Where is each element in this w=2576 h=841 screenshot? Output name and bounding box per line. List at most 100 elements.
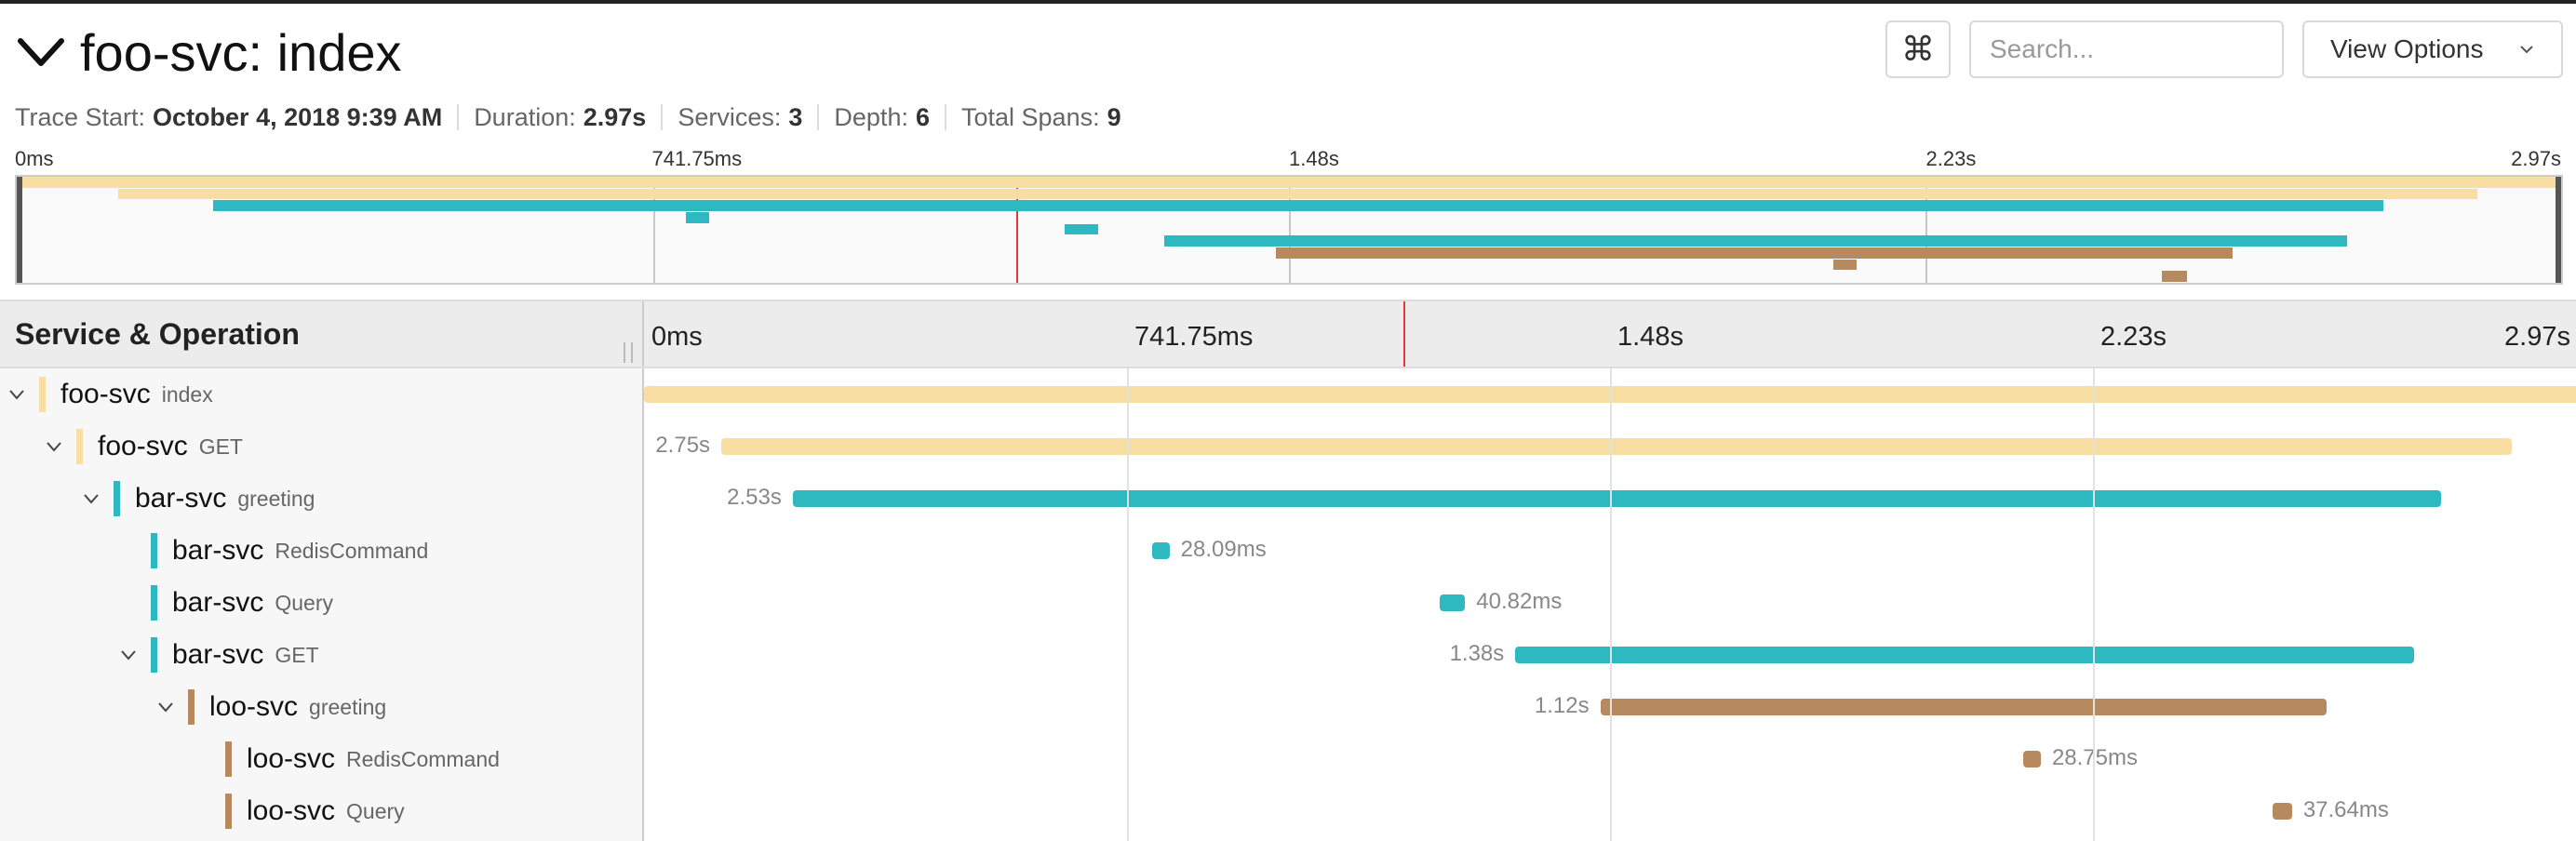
depth-label: Depth:	[834, 102, 908, 131]
timeline-tick-label: 2.23s	[2100, 322, 2167, 352]
minimap-span-bar	[17, 177, 2561, 188]
span-duration-label: 1.38s	[1449, 641, 1505, 666]
service-color-marker	[225, 794, 232, 829]
span-duration-bar[interactable]	[792, 490, 2441, 507]
span-duration-label: 28.09ms	[1180, 537, 1267, 562]
span-name-cell[interactable]: bar-svc Query	[119, 577, 333, 629]
top-border	[0, 0, 2576, 4]
timeline-gridline	[1610, 368, 1612, 841]
operation-name: greeting	[309, 694, 387, 719]
span-duration-label: 37.64ms	[2302, 797, 2389, 822]
timeline-tick-label: 2.97s	[2504, 322, 2570, 352]
toggle-spacer	[119, 594, 138, 612]
services: Services: 3	[678, 103, 802, 132]
collapse-chevron-icon[interactable]	[13, 24, 69, 80]
minimap-tick-label: 0ms	[15, 147, 54, 170]
chevron-down-icon[interactable]	[7, 385, 26, 404]
span-duration-bar[interactable]	[1440, 594, 1466, 611]
span-duration-bar[interactable]	[721, 438, 2513, 455]
depth-value: 6	[915, 102, 930, 131]
timeline-gridline	[2093, 368, 2095, 841]
minimap-span-bar	[1065, 223, 1098, 235]
operation-name: RedisCommand	[346, 746, 500, 771]
span-row[interactable]: loo-svc greeting 1.12s	[0, 681, 2576, 733]
span-row[interactable]: bar-svc GET 1.38s	[0, 629, 2576, 681]
view-options-dropdown[interactable]: View Options	[2302, 20, 2563, 78]
minimap-left-handle[interactable]	[17, 177, 22, 283]
span-name-cell[interactable]: loo-svc Query	[194, 785, 405, 837]
span-name-cell[interactable]: foo-svc GET	[45, 420, 243, 473]
minimap-right-handle[interactable]	[2556, 177, 2561, 283]
divider	[457, 104, 460, 130]
toggle-spacer	[194, 750, 212, 768]
span-duration-label: 2.53s	[727, 485, 782, 510]
span-duration-label: 1.12s	[1534, 693, 1590, 718]
command-key-icon: ⌘	[1901, 30, 1935, 68]
operation-name: GET	[198, 434, 243, 459]
span-duration-bar[interactable]	[1515, 647, 2414, 663]
operation-name: greeting	[237, 486, 315, 511]
span-row[interactable]: bar-svc Query 40.82ms	[0, 577, 2576, 629]
chevron-down-icon[interactable]	[156, 698, 175, 716]
minimap-span-bar	[1276, 247, 2234, 259]
minimap-span-bar	[2161, 271, 2188, 282]
minimap-tick-label: 2.97s	[2511, 147, 2561, 170]
toggle-spacer	[194, 802, 212, 821]
trace-start-value: October 4, 2018 9:39 AM	[153, 102, 443, 131]
span-row[interactable]: foo-svc index	[0, 368, 2576, 420]
span-duration-bar[interactable]	[1600, 699, 2328, 715]
span-name-cell[interactable]: loo-svc greeting	[156, 681, 386, 733]
service-name: foo-svc	[60, 379, 151, 409]
service-color-marker	[39, 377, 46, 412]
service-operation-header-label: Service & Operation	[15, 316, 300, 351]
minimap-span-bar	[1164, 235, 2348, 247]
timeline-header: Service & Operation 0ms 741.75ms 1.48s 2.23…	[0, 300, 2576, 368]
trace-start-label: Trace Start:	[15, 102, 146, 131]
chevron-down-icon[interactable]	[45, 437, 63, 456]
service-name: bar-svc	[172, 639, 264, 670]
span-name-cell[interactable]: bar-svc GET	[119, 629, 319, 681]
duration-value: 2.97s	[583, 102, 647, 131]
operation-name: RedisCommand	[275, 538, 429, 563]
span-row[interactable]: loo-svcRedisCommand28.75ms	[0, 733, 2576, 785]
chevron-down-icon[interactable]	[119, 646, 138, 664]
search-input[interactable]	[1969, 20, 2284, 78]
span-duration-bar[interactable]	[2273, 803, 2292, 820]
service-name: bar-svc	[172, 587, 264, 618]
timeline-cursor	[1402, 301, 1405, 367]
span-duration-label: 2.75s	[655, 433, 711, 458]
minimap-tick-label: 1.48s	[1289, 147, 1339, 170]
timeline-tick-label: 0ms	[651, 322, 703, 352]
span-row[interactable]: foo-svc GET 2.75s	[0, 420, 2576, 473]
service-color-marker	[188, 689, 195, 725]
minimap-tick-label: 2.23s	[1925, 147, 1977, 170]
chevron-down-icon[interactable]	[82, 489, 101, 508]
span-duration-bar[interactable]	[1151, 542, 1170, 559]
duration: Duration: 2.97s	[474, 103, 646, 132]
keyboard-shortcuts-button[interactable]: ⌘	[1885, 20, 1951, 78]
total-spans: Total Spans: 9	[961, 103, 1121, 132]
service-color-marker	[76, 429, 83, 464]
operation-name: Query	[346, 798, 405, 823]
span-row[interactable]: bar-svc RedisCommand 28.09ms	[0, 525, 2576, 577]
span-name-cell[interactable]: loo-svc RedisCommand	[194, 733, 500, 785]
divider	[661, 104, 664, 130]
total-spans-value: 9	[1107, 102, 1121, 131]
minimap-span-bar	[118, 188, 2477, 200]
span-row[interactable]: loo-svc Query 37.64ms	[0, 785, 2576, 837]
trace-minimap[interactable]	[15, 175, 2563, 285]
span-row[interactable]: bar-svc greeting 2.53s	[0, 473, 2576, 525]
trace-summary: Trace Start: October 4, 2018 9:39 AM Dur…	[15, 100, 1121, 134]
minimap-span-bar	[1833, 259, 1857, 271]
span-name-cell[interactable]: bar-svc RedisCommand	[119, 525, 428, 577]
span-duration-bar[interactable]	[2023, 751, 2041, 768]
service-color-marker	[151, 533, 157, 568]
span-duration-label: 40.82ms	[1476, 589, 1563, 614]
operation-name: Query	[275, 590, 333, 615]
service-color-marker	[114, 481, 120, 516]
service-name: loo-svc	[209, 691, 299, 722]
column-resize-handle[interactable]	[624, 342, 633, 363]
span-name-cell[interactable]: foo-svc index	[7, 368, 213, 420]
chevron-down-icon	[2520, 46, 2533, 54]
span-name-cell[interactable]: bar-svc greeting	[82, 473, 315, 525]
